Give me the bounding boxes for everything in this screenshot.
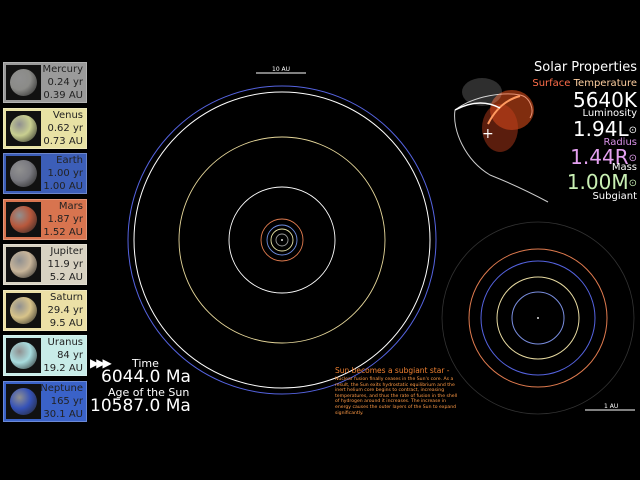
planet-icon [10,160,37,187]
planet-name: Jupiter [50,246,83,257]
planet-name: Uranus [47,337,83,348]
planet-thumbnail [6,292,41,328]
planet-card-saturn[interactable]: Saturn 29.4 yr 9.5 AU [3,289,87,331]
planet-icon [10,251,37,278]
planet-period: 84 yr [57,350,83,361]
planet-distance: 1.52 AU [43,226,83,238]
planet-period: 0.62 yr [47,122,83,134]
planet-name: Venus [52,109,83,121]
planet-thumbnail [6,110,41,146]
planet-distance: 9.5 AU [49,317,83,329]
planet-period: 1.87 yr [47,213,83,225]
planet-card-mercury[interactable]: Mercury 0.24 yr 0.39 AU [3,62,87,103]
planet-icon [10,342,37,369]
planet-card-earth[interactable]: Earth 1.00 yr 1.00 AU [3,153,87,194]
inset-orbit-view [441,221,635,415]
planet-period: 11.9 yr [47,259,83,270]
planet-card-jupiter[interactable]: Jupiter 11.9 yr 5.2 AU [3,244,87,285]
planet-card-venus[interactable]: Venus 0.62 yr 0.73 AU [3,107,87,149]
planet-period: 1.00 yr [47,168,83,179]
planet-distance: 5.2 AU [49,272,83,283]
planet-icon [10,69,37,96]
event-body: Nuclear fusion finally ceases in the Sun… [335,377,458,416]
event-title: Sun becomes a subgiant star - [335,366,450,375]
planet-distance: 30.1 AU [43,408,83,420]
planet-distance: 0.39 AU [43,90,83,101]
planet-thumbnail [6,65,41,100]
planet-name: Neptune [40,382,83,394]
planet-thumbnail [6,338,41,373]
planet-period: 0.24 yr [47,77,83,88]
temp-label-part-a: Surface [532,78,571,89]
planet-thumbnail [6,383,41,419]
planet-thumbnail [6,156,41,191]
planet-period: 29.4 yr [47,304,83,316]
planet-distance: 0.73 AU [43,135,83,147]
hr-current-marker: + [482,126,494,142]
inset-scale-label: 1 AU [604,403,619,410]
event-description: Sun becomes a subgiant star - Nuclear fu… [335,366,460,416]
planet-card-neptune[interactable]: Neptune 165 yr 30.1 AU [3,380,87,422]
planet-icon [10,387,37,415]
sun-symbol-icon: ⊙ [628,178,637,189]
main-scale-label: 10 AU [272,66,291,73]
planet-name: Mars [58,200,83,212]
planet-thumbnail [6,247,41,282]
planet-icon [10,205,37,233]
time-value: 6044.0 Ma [101,367,191,387]
planet-icon [10,114,37,142]
sun-symbol-icon: ⊙ [628,125,637,136]
planet-name: Earth [56,155,83,166]
planet-card-uranus[interactable]: Uranus 84 yr 19.2 AU [3,335,87,376]
star-classification: Subgiant [592,191,637,202]
planet-name: Mercury [42,64,83,75]
age-value: 10587.0 Ma [90,396,191,416]
planet-list: Mercury 0.24 yr 0.39 AU Venus 0.62 yr 0.73 AU… [3,62,87,426]
planet-thumbnail [6,201,41,237]
planet-distance: 19.2 AU [43,363,83,374]
hr-diagram: + [454,78,549,203]
sun-marker [281,239,283,241]
planet-name: Saturn [49,291,83,303]
planet-period: 165 yr [50,395,83,407]
planet-icon [10,296,37,324]
planet-distance: 1.00 AU [43,181,83,192]
planet-card-mars[interactable]: Mars 1.87 yr 1.52 AU [3,198,87,240]
solar-properties-title: Solar Properties [534,60,637,75]
